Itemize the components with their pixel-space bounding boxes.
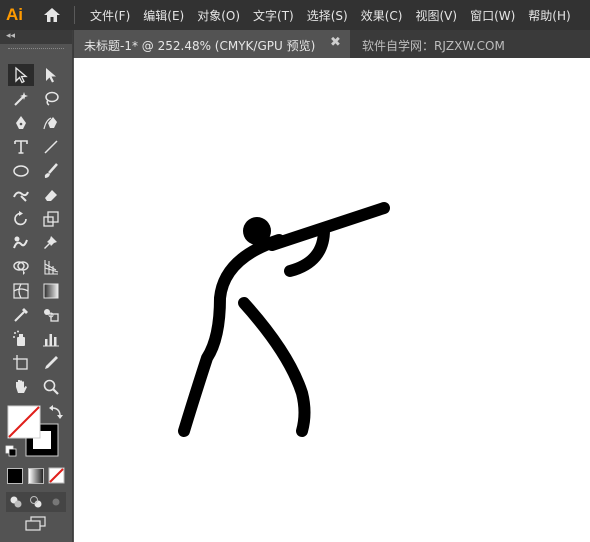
rotate-icon [14, 211, 27, 226]
figure-head [243, 217, 271, 245]
pen-tool[interactable] [8, 112, 34, 134]
lasso-tool[interactable] [38, 88, 64, 110]
draw-normal-icon[interactable] [9, 495, 23, 509]
menu-select[interactable]: 选择(S) [307, 7, 348, 24]
hand-icon [16, 380, 27, 393]
zoom-tool[interactable] [38, 376, 64, 398]
eyedropper-tool[interactable] [8, 304, 34, 326]
menu-separator [74, 6, 75, 24]
selection-tool[interactable] [8, 64, 34, 86]
scale-tool[interactable] [38, 208, 64, 230]
eraser-icon [45, 190, 57, 201]
curvature-pen-icon [43, 117, 57, 130]
menu-window[interactable]: 窗口(W) [470, 7, 515, 24]
direct-selection-arrow-icon [46, 68, 56, 83]
slice-knife-icon [45, 356, 58, 369]
menu-edit[interactable]: 编辑(E) [143, 7, 184, 24]
magic-wand-icon [14, 92, 28, 106]
warp-tool[interactable] [8, 232, 34, 254]
menu-view[interactable]: 视图(V) [415, 7, 457, 24]
line-segment-tool[interactable] [38, 136, 64, 158]
screen-mode-icon[interactable] [24, 516, 48, 532]
gradient-tool[interactable] [38, 280, 64, 302]
none-mode-button[interactable] [48, 467, 65, 484]
close-icon[interactable]: ✖ [330, 35, 341, 50]
rotate-tool[interactable] [8, 208, 34, 230]
tools-panel-header: ◂◂ [0, 30, 72, 44]
fill-stroke-control[interactable] [4, 402, 70, 464]
pushpin-icon [44, 236, 57, 249]
selection-arrow-icon [15, 66, 28, 84]
line-segment-icon [44, 140, 58, 154]
gradient-icon [43, 283, 59, 299]
menu-file[interactable]: 文件(F) [90, 7, 130, 24]
gradient-mode-button[interactable] [28, 468, 44, 484]
zoom-icon [43, 379, 59, 395]
perspective-grid-tool[interactable] [38, 256, 64, 278]
hand-tool[interactable] [8, 376, 34, 398]
document-canvas[interactable] [74, 58, 590, 542]
watermark-text: 软件自学网：RJZXW.COM [362, 39, 505, 53]
paintbrush-tool[interactable] [38, 160, 64, 182]
menu-type[interactable]: 文字(T) [253, 7, 294, 24]
ellipse-icon [13, 165, 29, 177]
blend-tool[interactable] [38, 304, 64, 326]
shaper-tool[interactable] [8, 184, 34, 206]
artboard-icon [13, 355, 28, 370]
menu-help[interactable]: 帮助(H) [528, 7, 570, 24]
artboard-tool[interactable] [8, 352, 34, 374]
draw-inside-icon[interactable] [49, 495, 63, 509]
document-tab-title: 未标题-1* @ 252.48% (CMYK/GPU 预览) [84, 39, 316, 53]
paintbrush-icon [44, 163, 58, 178]
type-icon [14, 140, 28, 154]
panel-grip[interactable] [8, 48, 64, 51]
magic-wand-tool[interactable] [8, 88, 34, 110]
tools-panel: ◂◂ [0, 30, 73, 542]
home-icon[interactable] [42, 7, 62, 23]
type-tool[interactable] [8, 136, 34, 158]
stick-figure-shooter-artwork[interactable] [74, 58, 590, 542]
pen-icon [16, 116, 26, 129]
curvature-tool[interactable] [38, 112, 64, 134]
slice-tool[interactable] [38, 352, 64, 374]
menu-effect[interactable]: 效果(C) [361, 7, 403, 24]
menu-object[interactable]: 对象(O) [197, 7, 240, 24]
puppet-warp-tool[interactable] [38, 232, 64, 254]
color-mode-button[interactable] [7, 468, 23, 484]
shape-builder-icon [13, 261, 29, 275]
eraser-tool[interactable] [38, 184, 64, 206]
ellipse-tool[interactable] [8, 160, 34, 182]
mesh-tool[interactable] [8, 280, 34, 302]
symbol-sprayer-icon [13, 330, 25, 346]
column-graph-icon [43, 334, 59, 347]
warp-icon [13, 236, 28, 249]
perspective-grid-icon [44, 260, 59, 275]
symbol-sprayer-tool[interactable] [8, 328, 34, 350]
shaper-icon [13, 191, 29, 202]
eyedropper-icon [14, 308, 28, 322]
lasso-icon [45, 91, 59, 106]
menu-bar: Ai 文件(F) 编辑(E) 对象(O) 文字(T) 选择(S) 效果(C) 视… [0, 0, 590, 30]
scale-icon [43, 211, 59, 227]
collapse-icon[interactable]: ◂◂ [6, 31, 15, 41]
main-menu: 文件(F) 编辑(E) 对象(O) 文字(T) 选择(S) 效果(C) 视图(V… [90, 0, 584, 30]
blend-icon [44, 309, 59, 322]
shape-builder-tool[interactable] [8, 256, 34, 278]
document-tab[interactable]: 未标题-1* @ 252.48% (CMYK/GPU 预览) ✖ [74, 30, 350, 58]
draw-behind-icon[interactable] [29, 495, 43, 509]
app-logo: Ai [6, 5, 23, 24]
column-graph-tool[interactable] [38, 328, 64, 350]
direct-selection-tool[interactable] [38, 64, 64, 86]
mesh-icon [13, 283, 29, 299]
